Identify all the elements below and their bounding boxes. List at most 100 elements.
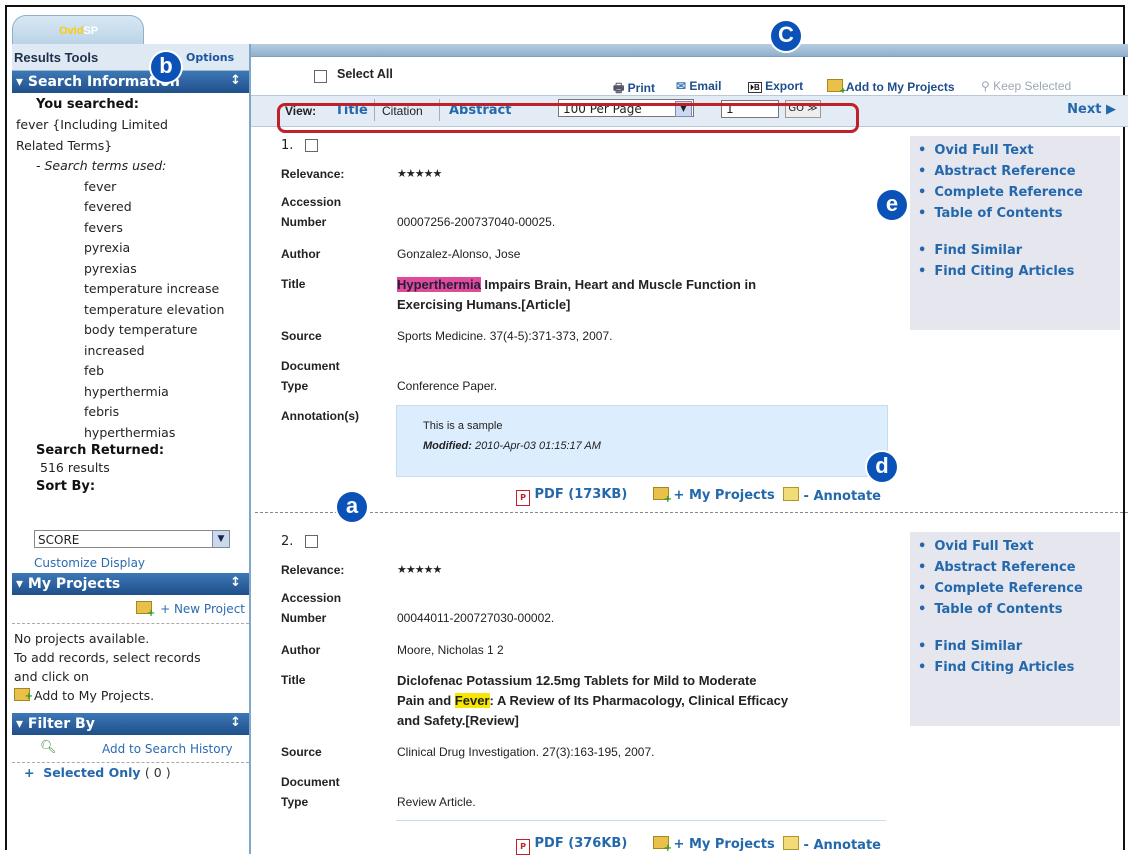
relevance-label: Relevance:: [281, 563, 345, 577]
search-returned-value: 516 results: [40, 460, 110, 475]
query-line: fever {Including Limited: [16, 117, 168, 132]
export-button[interactable]: ⏵B Export: [748, 79, 803, 93]
filter-by-header[interactable]: ▾ Filter By ↕: [12, 713, 249, 735]
abstract-reference-link[interactable]: Abstract Reference: [918, 557, 1120, 578]
complete-reference-link[interactable]: Complete Reference: [918, 578, 1120, 599]
find-citing-articles-link[interactable]: Find Citing Articles: [918, 261, 1120, 282]
sort-by-label: Sort By:: [36, 478, 96, 494]
resize-icon[interactable]: ↕: [230, 575, 241, 590]
highlight-outline: [277, 103, 859, 133]
callout-badge-c: C: [771, 21, 801, 51]
callout-badge-e: e: [877, 190, 907, 220]
keep-selected-button[interactable]: ⚲ Keep Selected: [981, 79, 1071, 93]
ovid-full-text-link[interactable]: Ovid Full Text: [918, 536, 1120, 557]
results-toolbar: Select All 🖶︎ Print ✉︎ Email ⏵B Export A…: [251, 57, 1128, 97]
select-all-checkbox[interactable]: [314, 69, 327, 83]
search-term: feb: [84, 363, 105, 378]
table-of-contents-link[interactable]: Table of Contents: [918, 599, 1120, 620]
search-returned-label: Search Returned:: [36, 443, 165, 458]
add-to-search-history-link[interactable]: Add to Search History: [102, 742, 233, 756]
record-checkbox[interactable]: [305, 138, 318, 152]
source-label: Source: [281, 329, 322, 343]
new-project-link[interactable]: + New Project: [136, 601, 245, 619]
results-tools-title: Results Tools: [14, 50, 99, 65]
select-all-label: Select All: [337, 67, 393, 81]
annotate-link[interactable]: - Annotate: [783, 836, 881, 853]
pdf-link[interactable]: P PDF (376KB): [516, 836, 627, 855]
resize-icon[interactable]: ↕: [230, 715, 241, 730]
accession-label: Accession: [281, 591, 342, 605]
ovid-full-text-link[interactable]: Ovid Full Text: [918, 140, 1120, 161]
search-term: fevered: [84, 199, 132, 214]
search-term-highlight: Hyperthermia: [397, 277, 481, 292]
search-term: hyperthermias: [84, 424, 176, 440]
complete-reference-link[interactable]: Complete Reference: [918, 182, 1120, 203]
project-folder-icon: [827, 79, 846, 97]
doctype-label: Document: [281, 775, 340, 789]
project-folder-icon: [136, 601, 155, 619]
keep-icon: ⚲: [981, 79, 990, 93]
search-information-header[interactable]: ▾ Search Information ↕: [12, 71, 249, 93]
project-folder-icon: [653, 836, 672, 854]
ovid-brand: OvidSP: [59, 25, 99, 37]
annotate-icon: [783, 487, 799, 501]
record-number: 2.: [281, 534, 294, 549]
my-projects-header[interactable]: ▾ My Projects ↕: [12, 573, 249, 595]
table-of-contents-link[interactable]: Table of Contents: [918, 203, 1120, 224]
search-term: fevers: [84, 219, 123, 235]
title-label: Title: [281, 277, 306, 291]
next-page-link[interactable]: Next ▶: [1067, 102, 1116, 117]
accession-label: Number: [281, 215, 327, 229]
search-term: body temperature: [84, 322, 198, 337]
plus-icon: +: [24, 765, 44, 780]
divider: [12, 762, 249, 763]
add-to-my-projects-link[interactable]: + My Projects: [653, 836, 775, 854]
record-title-link[interactable]: Hyperthermia Impairs Brain, Heart and Mu…: [397, 275, 897, 315]
no-projects-text: No projects available.: [14, 631, 150, 646]
search-term: temperature elevation: [84, 301, 225, 317]
relevance-stars: ★★★★★: [397, 564, 442, 576]
you-searched-label: You searched:: [36, 97, 139, 112]
annotation-modified: Modified: 2010-Apr-03 01:15:17 AM: [423, 440, 601, 452]
callout-badge-a: a: [337, 492, 367, 522]
email-button[interactable]: ✉︎ Email: [676, 79, 721, 93]
record-separator: [255, 512, 1128, 513]
doctype-label: Type: [281, 795, 309, 809]
project-folder-icon: [653, 487, 672, 505]
pdf-icon: P: [516, 839, 530, 855]
email-icon: ✉︎: [676, 79, 687, 93]
results-tools-panel: Results Tools Options ◀ ▾ Search Informa…: [12, 44, 262, 854]
record-number: 1.: [281, 138, 294, 153]
pdf-link[interactable]: P PDF (173KB): [516, 487, 627, 506]
sort-by-select[interactable]: SCORE ▼: [34, 530, 230, 548]
doctype-label: Document: [281, 359, 340, 373]
resize-icon[interactable]: ↕: [230, 73, 241, 88]
projects-help-text: and click on: [14, 669, 89, 684]
find-citing-articles-link[interactable]: Find Citing Articles: [918, 657, 1120, 678]
search-term: fever: [84, 178, 117, 194]
title-label: Title: [281, 673, 306, 687]
find-similar-link[interactable]: Find Similar: [918, 636, 1120, 657]
search-information-body: You searched: fever {Including Limited R…: [12, 93, 249, 573]
source-value: Clinical Drug Investigation. 27(3):163-1…: [397, 745, 655, 759]
annotate-icon: [783, 836, 799, 850]
annotate-link[interactable]: - Annotate: [783, 487, 881, 504]
record-checkbox[interactable]: [305, 534, 318, 548]
options-link[interactable]: Options: [186, 51, 234, 64]
callout-badge-b: b: [151, 52, 181, 82]
add-to-my-projects-button[interactable]: Add to My Projects: [827, 79, 955, 97]
abstract-reference-link[interactable]: Abstract Reference: [918, 161, 1120, 182]
author-value: Gonzalez-Alonso, Jose: [397, 247, 521, 261]
search-term: pyrexias: [84, 260, 137, 276]
export-icon: ⏵B: [748, 82, 762, 93]
search-term: febris: [84, 404, 120, 419]
record-title-link[interactable]: Diclofenac Potassium 12.5mg Tablets for …: [397, 671, 907, 731]
my-projects-body: + New Project No projects available. To …: [12, 595, 249, 713]
add-to-my-projects-link[interactable]: + My Projects: [653, 487, 775, 505]
author-value: Moore, Nicholas 1 2: [397, 643, 504, 657]
find-similar-link[interactable]: Find Similar: [918, 240, 1120, 261]
results-tools-header: Results Tools Options ◀: [12, 44, 262, 71]
ovid-tab[interactable]: OvidSP: [12, 15, 144, 46]
customize-display-link[interactable]: Customize Display: [34, 556, 145, 570]
selected-only-filter[interactable]: + Selected Only ( 0 ): [24, 765, 171, 780]
